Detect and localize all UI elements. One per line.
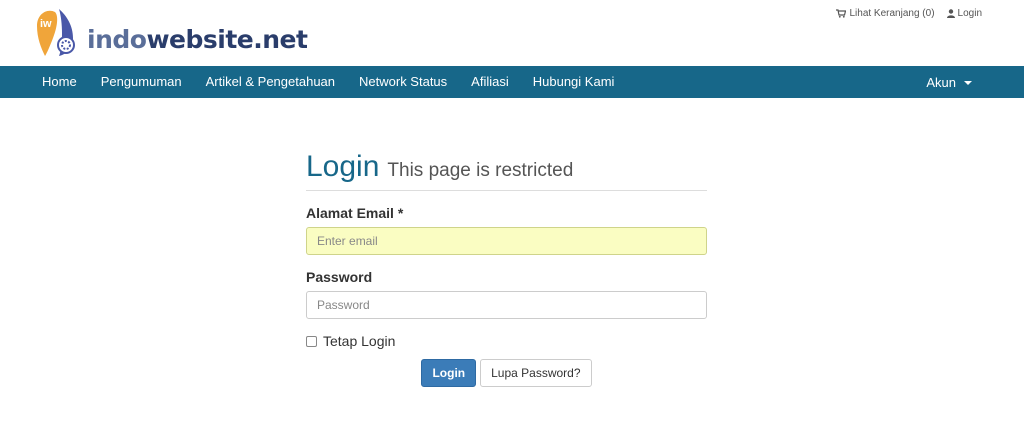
logo-text-indo: indo bbox=[87, 25, 147, 54]
account-label: Akun bbox=[926, 74, 956, 90]
site-logo[interactable]: iw indowebsite.net bbox=[33, 6, 308, 58]
nav-item-pengumuman[interactable]: Pengumuman bbox=[89, 66, 194, 98]
nav-item-artikel[interactable]: Artikel & Pengetahuan bbox=[194, 66, 347, 98]
page-subtitle: This page is restricted bbox=[387, 160, 574, 181]
logo-wordmark: indowebsite.net bbox=[87, 25, 308, 58]
logo-mark-icon: iw bbox=[33, 6, 85, 58]
login-heading: Login This page is restricted bbox=[306, 150, 707, 191]
cart-label: Lihat Keranjang (0) bbox=[849, 8, 935, 19]
remember-label[interactable]: Tetap Login bbox=[323, 333, 395, 349]
nav-item-network-status[interactable]: Network Status bbox=[347, 66, 459, 98]
remember-row: Tetap Login bbox=[306, 333, 707, 349]
logo-text-net: .net bbox=[253, 25, 308, 54]
top-links: Lihat Keranjang (0) Login bbox=[836, 8, 982, 19]
nav-item-hubungi-kami[interactable]: Hubungi Kami bbox=[521, 66, 627, 98]
main-navbar: Home Pengumuman Artikel & Pengetahuan Ne… bbox=[0, 66, 1024, 98]
forgot-password-button[interactable]: Lupa Password? bbox=[480, 359, 592, 387]
nav-item-home[interactable]: Home bbox=[0, 66, 89, 98]
logo-text-website: website bbox=[146, 25, 254, 54]
site-header: iw indowebsite.net Lihat Keranjang (0) L… bbox=[0, 0, 1024, 66]
nav-item-afiliasi[interactable]: Afiliasi bbox=[459, 66, 521, 98]
page-title: Login bbox=[306, 150, 380, 183]
login-link[interactable]: Login bbox=[946, 8, 982, 19]
caret-down-icon bbox=[964, 81, 972, 85]
email-label: Alamat Email * bbox=[306, 205, 404, 221]
login-panel: Login This page is restricted Alamat Ema… bbox=[306, 150, 707, 387]
form-actions: Login Lupa Password? bbox=[306, 359, 707, 387]
account-dropdown[interactable]: Akun bbox=[926, 75, 1024, 90]
cart-link[interactable]: Lihat Keranjang (0) bbox=[836, 8, 935, 19]
logo-badge-text: iw bbox=[40, 18, 52, 30]
email-field[interactable] bbox=[306, 227, 707, 255]
user-icon bbox=[946, 9, 955, 18]
cart-icon bbox=[836, 9, 847, 18]
login-button[interactable]: Login bbox=[421, 359, 477, 387]
login-link-label: Login bbox=[957, 8, 982, 19]
password-field[interactable] bbox=[306, 291, 707, 319]
password-label: Password bbox=[306, 269, 373, 285]
remember-checkbox[interactable] bbox=[306, 335, 317, 347]
